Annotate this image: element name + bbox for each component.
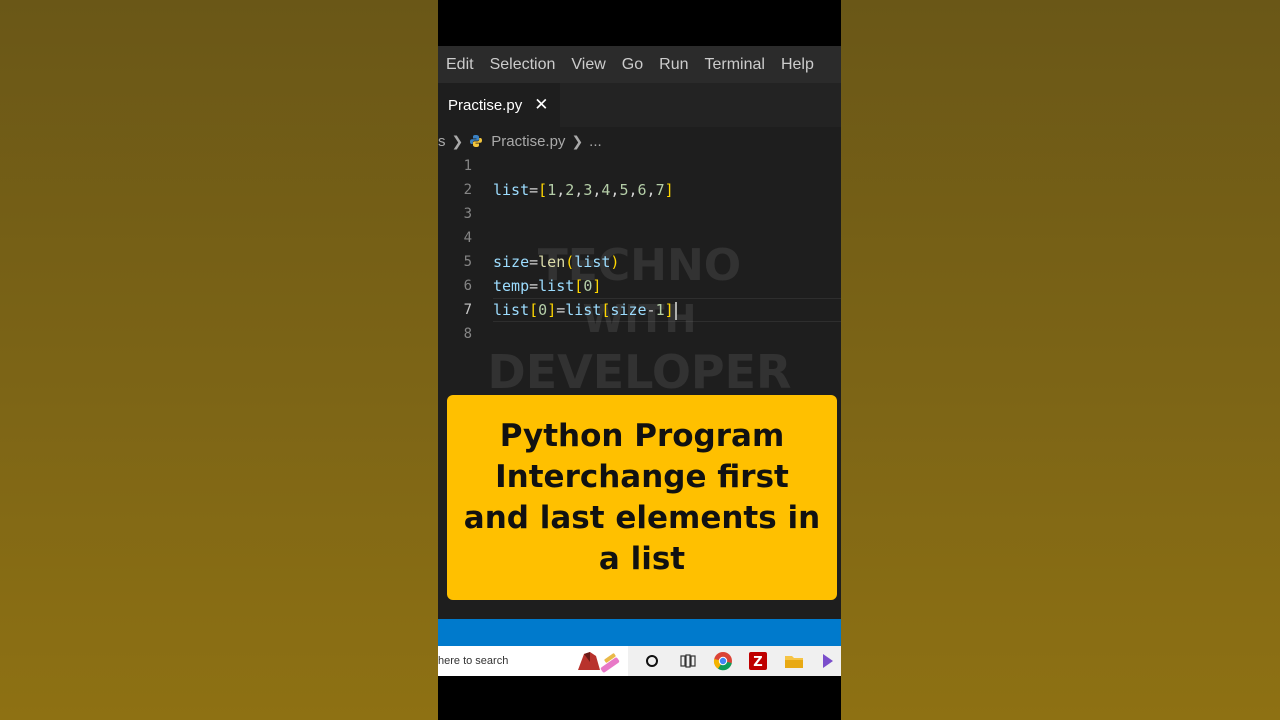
menu-bar: Edit Selection View Go Run Terminal Help <box>438 46 841 83</box>
title-banner: Python Program Interchange first and las… <box>447 395 837 600</box>
close-icon[interactable]: ✕ <box>534 95 548 115</box>
breadcrumb-file[interactable]: Practise.py <box>491 133 565 150</box>
menu-run[interactable]: Run <box>651 56 696 74</box>
filezilla-icon[interactable]: Z <box>747 649 770 673</box>
banner-text: Python Program Interchange first and las… <box>464 416 820 580</box>
chevron-right-icon: ❯ <box>451 132 464 149</box>
watermark-line: DEVELOPER <box>487 345 792 399</box>
python-file-icon <box>470 135 483 147</box>
code-line[interactable] <box>493 322 841 346</box>
tab-label: Practise.py <box>448 96 523 114</box>
background-right <box>841 0 1280 720</box>
breadcrumb: s ❯ Practise.py ❯ ... <box>438 131 602 151</box>
cortana-circle-icon[interactable] <box>640 649 663 673</box>
search-art-icon[interactable] <box>574 648 624 674</box>
menu-help[interactable]: Help <box>773 56 822 74</box>
svg-text:Z: Z <box>754 655 763 670</box>
code-line[interactable]: size=len(list) <box>493 250 841 274</box>
taskbar-search-box[interactable]: here to search <box>438 646 629 676</box>
menu-view[interactable]: View <box>563 56 613 74</box>
menu-terminal[interactable]: Terminal <box>697 56 773 74</box>
banner-line: a list <box>598 540 686 577</box>
letterbox-bottom <box>438 676 841 720</box>
code-line[interactable] <box>493 226 841 250</box>
code-line[interactable] <box>493 154 841 178</box>
breadcrumb-folder[interactable]: s <box>438 133 446 150</box>
code-line-active[interactable]: list[0]=list[size-1] <box>493 298 841 322</box>
tab-practise-py[interactable]: Practise.py ✕ <box>438 83 560 127</box>
code-editor[interactable]: s ❯ Practise.py ❯ ... 1 2 3 4 5 6 7 8 TE… <box>438 127 841 619</box>
tab-bar: Practise.py ✕ <box>438 83 841 127</box>
menu-edit[interactable]: Edit <box>438 56 482 74</box>
code-line[interactable]: temp=list[0] <box>493 274 841 298</box>
file-explorer-icon[interactable] <box>782 649 805 673</box>
background-left <box>0 0 438 720</box>
status-bar <box>438 619 841 646</box>
task-view-icon[interactable] <box>676 649 699 673</box>
chevron-right-icon: ❯ <box>571 132 584 149</box>
windows-taskbar: here to search Z <box>438 646 841 676</box>
text-cursor <box>674 301 677 320</box>
chrome-icon[interactable] <box>711 649 734 673</box>
banner-line: Python Program <box>499 417 785 454</box>
banner-line: and last elements in <box>463 499 821 536</box>
line-number: 1 <box>463 158 472 174</box>
video-frame: Edit Selection View Go Run Terminal Help… <box>438 0 841 720</box>
app-icon[interactable] <box>818 649 841 673</box>
code-line[interactable]: list=[1,2,3,4,5,6,7] <box>493 178 841 202</box>
search-placeholder: here to search <box>438 655 509 667</box>
breadcrumb-ellipsis[interactable]: ... <box>589 133 602 150</box>
menu-selection[interactable]: Selection <box>482 56 564 74</box>
code-line[interactable] <box>493 202 841 226</box>
banner-line: Interchange first <box>495 458 789 495</box>
menu-go[interactable]: Go <box>614 56 651 74</box>
code-area[interactable]: list=[1,2,3,4,5,6,7] size=len(list) temp… <box>493 154 841 346</box>
line-number: 2 <box>463 182 472 198</box>
line-number: 3 <box>463 206 472 222</box>
